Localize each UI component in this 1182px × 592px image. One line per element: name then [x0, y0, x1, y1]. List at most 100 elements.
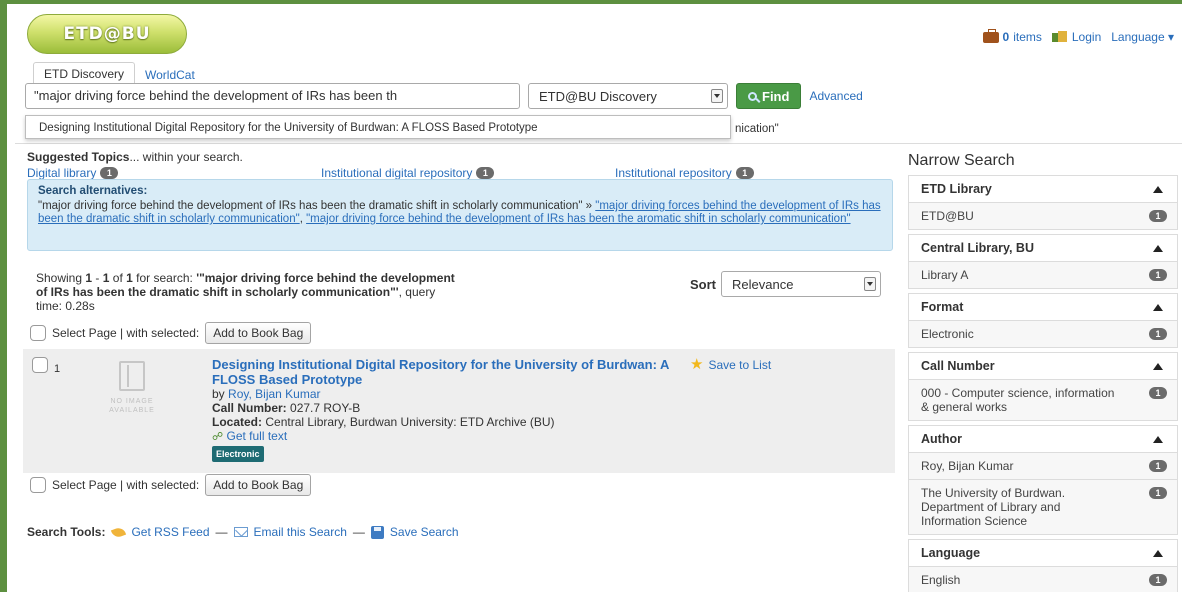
select-page-bottom: Select Page | with selected: Add to Book…	[30, 474, 312, 496]
facet-item[interactable]: ETD@BU 1	[908, 202, 1178, 230]
format-badge: Electronic	[212, 446, 264, 462]
get-full-text-link[interactable]: Get full text	[226, 429, 287, 443]
topic-count: 1	[735, 167, 754, 179]
select-page-label: Select Page | with selected:	[52, 326, 200, 340]
login-icon	[1051, 31, 1068, 43]
language-menu[interactable]: Language ▾	[1111, 30, 1174, 44]
topic-label[interactable]: Institutional repository	[615, 166, 732, 180]
result-title[interactable]: Designing Institutional Digital Reposito…	[212, 357, 682, 387]
call-number-label: Call Number:	[212, 401, 287, 415]
select-page-checkbox[interactable]	[30, 325, 46, 341]
search-input[interactable]: "major driving force behind the developm…	[25, 83, 520, 109]
add-to-book-bag-button[interactable]: Add to Book Bag	[205, 474, 312, 496]
suggested-topics-title: Suggested Topics	[27, 150, 130, 164]
sort-select[interactable]: Relevance	[721, 271, 881, 297]
facet-sidebar: ETD Library ETD@BU 1 Central Library, BU…	[908, 175, 1178, 592]
tools-separator: —	[352, 525, 365, 539]
search-scope-select[interactable]: ETD@BU Discovery	[528, 83, 728, 109]
select-page-checkbox[interactable]	[30, 477, 46, 493]
suggested-topics-within: ... within your search.	[129, 150, 243, 164]
facet-heading-author[interactable]: Author	[908, 425, 1178, 453]
login-link[interactable]: Login	[1051, 30, 1101, 44]
result-checkbox[interactable]	[32, 357, 48, 373]
divider	[15, 143, 1182, 144]
alternative-separator: ,	[299, 213, 303, 225]
save-search-link[interactable]: Save Search	[390, 525, 459, 539]
topic-digital-library[interactable]: Digital library 1	[27, 166, 119, 180]
collapse-icon	[1153, 549, 1163, 557]
facet-heading-etd-library[interactable]: ETD Library	[908, 175, 1178, 203]
topic-count: 1	[476, 167, 495, 179]
link-icon: ☍	[212, 431, 224, 443]
facet-heading-call-number[interactable]: Call Number	[908, 352, 1178, 380]
book-bag-link[interactable]: 0 items	[982, 28, 1042, 44]
search-scope-value: ETD@BU Discovery	[539, 88, 657, 104]
star-icon: ★	[690, 356, 704, 373]
facet-heading-central-library[interactable]: Central Library, BU	[908, 234, 1178, 262]
no-image-text: NO IMAGE AVAILABLE	[109, 398, 155, 414]
items-count[interactable]: 0	[1003, 30, 1010, 44]
rss-icon	[111, 525, 125, 539]
search-bar: "major driving force behind the developm…	[25, 83, 863, 109]
facet-heading-language[interactable]: Language	[908, 539, 1178, 567]
autocomplete-suggestion[interactable]: Designing Institutional Digital Reposito…	[25, 115, 731, 139]
rss-feed-link[interactable]: Get RSS Feed	[131, 525, 209, 539]
results-summary: Showing 1 - 1 of 1 for search: '"major d…	[36, 271, 455, 313]
search-icon	[748, 91, 757, 101]
briefcase-icon	[982, 28, 999, 43]
collapse-icon	[1153, 185, 1163, 193]
chevron-down-icon	[864, 277, 876, 291]
add-to-book-bag-button[interactable]: Add to Book Bag	[205, 322, 312, 344]
facet-item[interactable]: 000 - Computer science, information & ge…	[908, 379, 1178, 421]
topic-count: 1	[100, 167, 119, 179]
select-page-label: Select Page | with selected:	[52, 478, 200, 492]
facet-heading-format[interactable]: Format	[908, 293, 1178, 321]
facet-item[interactable]: The University of Burdwan. Department of…	[908, 479, 1178, 535]
narrow-search-title: Narrow Search	[908, 152, 1015, 169]
find-button[interactable]: Find	[736, 83, 802, 109]
alternative-link-2[interactable]: "major driving force behind the developm…	[306, 213, 850, 225]
call-number-value: 027.7 ROY-B	[290, 401, 361, 415]
topic-label[interactable]: Digital library	[27, 166, 96, 180]
save-to-list-label[interactable]: Save to List	[708, 358, 771, 372]
result-select: 1	[32, 357, 60, 375]
facet-item[interactable]: Roy, Bijan Kumar 1	[908, 452, 1178, 480]
collapse-icon	[1153, 435, 1163, 443]
facet-item[interactable]: English 1	[908, 566, 1178, 592]
result-row: 1 NO IMAGE AVAILABLE Designing Instituti…	[23, 349, 895, 473]
no-image-placeholder: NO IMAGE AVAILABLE	[97, 361, 167, 423]
save-icon	[370, 525, 384, 539]
sort-control: Sort Relevance	[690, 271, 881, 297]
result-details: Designing Institutional Digital Reposito…	[212, 357, 862, 462]
suggested-topics: Suggested Topics... within your search. …	[27, 150, 867, 182]
topic-label[interactable]: Institutional digital repository	[321, 166, 472, 180]
advanced-search-link[interactable]: Advanced	[809, 89, 862, 103]
search-alternatives: Search alternatives: "major driving forc…	[27, 179, 893, 251]
topic-institutional-repository[interactable]: Institutional repository 1	[615, 166, 754, 180]
items-label[interactable]: items	[1013, 30, 1042, 44]
located-value: Central Library, Burdwan University: ETD…	[265, 415, 555, 429]
search-tools: Search Tools: Get RSS Feed — Email this …	[27, 525, 459, 539]
site-logo[interactable]: ETD@BU	[27, 14, 187, 54]
result-author[interactable]: Roy, Bijan Kumar	[228, 387, 320, 401]
email-search-link[interactable]: Email this Search	[254, 525, 347, 539]
sort-label: Sort	[690, 276, 716, 292]
topic-institutional-digital-repository[interactable]: Institutional digital repository 1	[321, 166, 495, 180]
top-border	[0, 0, 1182, 4]
collapse-icon	[1153, 362, 1163, 370]
collapse-icon	[1153, 244, 1163, 252]
sort-value: Relevance	[732, 276, 794, 292]
find-label: Find	[762, 88, 790, 104]
email-icon	[233, 527, 248, 537]
results-query: '"major driving force behind the develop…	[36, 271, 455, 299]
located-label: Located:	[212, 415, 263, 429]
save-to-list-link[interactable]: ★ Save to List	[690, 356, 771, 373]
facet-item[interactable]: Library A 1	[908, 261, 1178, 289]
tools-separator: —	[215, 525, 228, 539]
login-label[interactable]: Login	[1072, 30, 1101, 44]
left-border	[0, 0, 7, 592]
header-nav: 0 items Login Language ▾	[982, 28, 1174, 44]
chevron-down-icon	[711, 89, 723, 103]
alternatives-overflow-text: nication"	[735, 123, 779, 135]
facet-item[interactable]: Electronic 1	[908, 320, 1178, 348]
